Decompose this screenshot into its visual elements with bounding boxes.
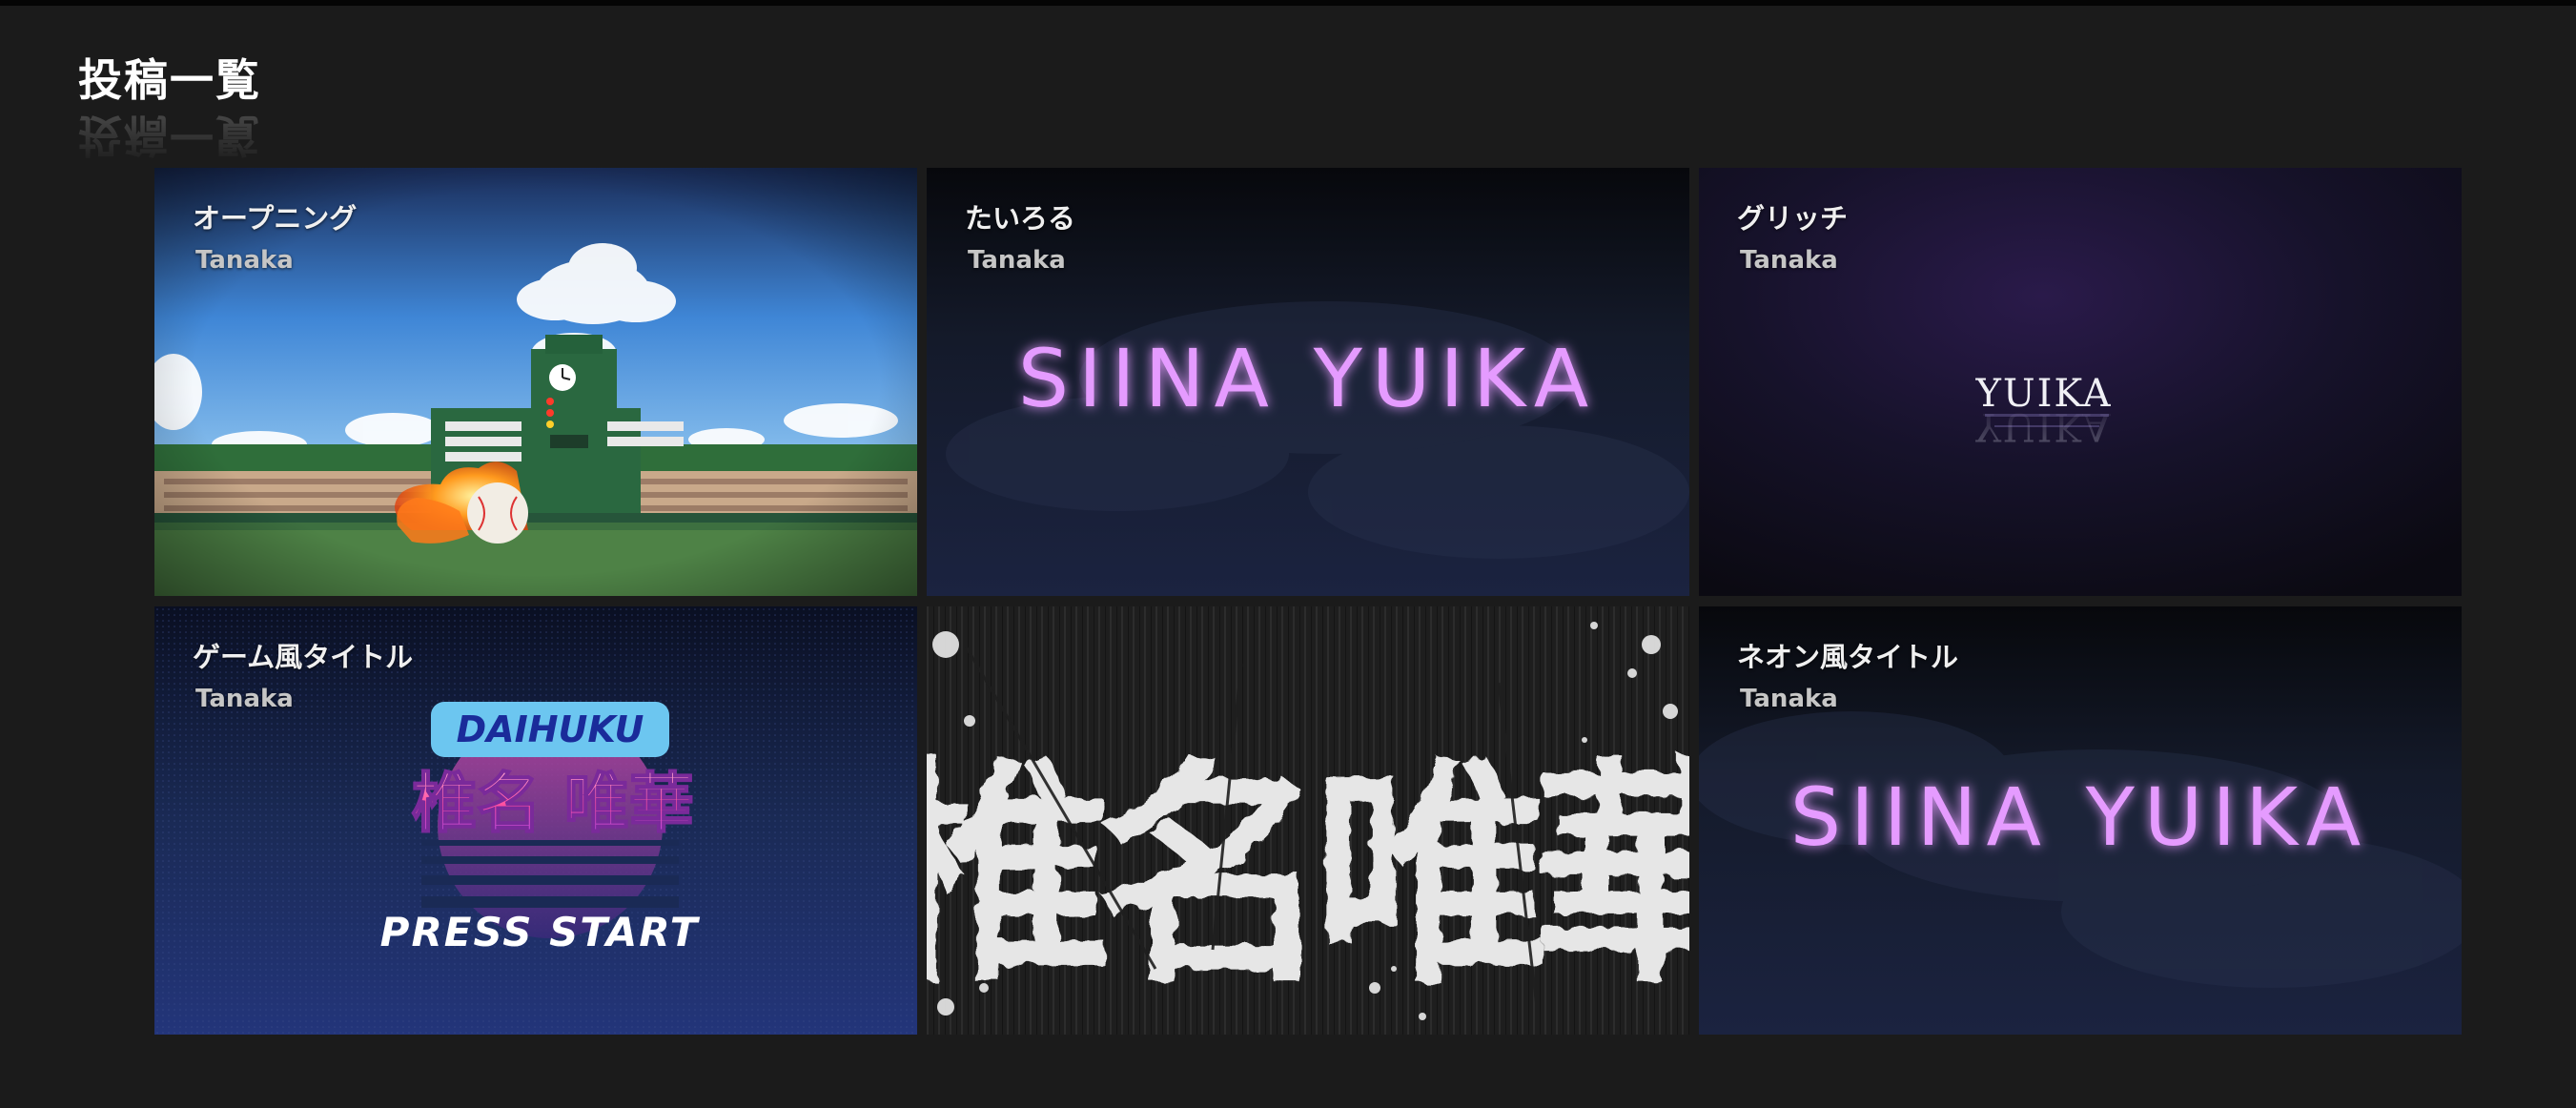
post-title: ゲーム風タイトル: [193, 641, 414, 673]
post-card-glitch[interactable]: YUIKA YUIKA グリッチ Tanaka: [1699, 168, 2462, 596]
thumb-kanji-text: 椎名唯華: [927, 738, 1689, 1016]
post-title: グリッチ: [1737, 202, 1849, 235]
post-author: Tanaka: [195, 246, 294, 275]
post-author: Tanaka: [1740, 685, 1838, 713]
thumb-logo-text: DAIHUKU: [457, 708, 644, 750]
post-card-opening[interactable]: オープニング Tanaka: [154, 168, 917, 596]
post-author: Tanaka: [195, 685, 294, 713]
post-title: ネオン風タイトル: [1737, 641, 1959, 673]
post-card-tairoru[interactable]: SIINA YUIKA たいろる Tanaka: [927, 168, 1689, 596]
post-author: Tanaka: [968, 246, 1066, 275]
thumb-neon-text: SIINA YUIKA: [1790, 770, 2371, 864]
page-title: 投稿一覧: [78, 54, 261, 106]
post-grid: オープニング Tanaka SIINA YUIKA たいろる Tanaka YU…: [154, 168, 2462, 1036]
top-border: [0, 0, 2576, 6]
thumb-neon-text: SIINA YUIKA: [1018, 332, 1599, 425]
post-card-neon-title[interactable]: SIINA YUIKA ネオン風タイトル Tanaka: [1699, 606, 2462, 1035]
post-title: オープニング: [193, 202, 358, 235]
page-title-reflection: 投稿一覧: [78, 110, 261, 161]
post-title: たいろる: [965, 202, 1076, 235]
grunge-kanji-thumbnail: 椎名唯華: [927, 606, 1689, 1035]
post-card-grunge-kanji[interactable]: 椎名唯華: [927, 606, 1689, 1035]
thumb-press-start-text: PRESS START: [380, 909, 701, 955]
post-card-game-title[interactable]: DAIHUKU 椎名 唯華 PRESS START ゲーム風タイトル Tanak…: [154, 606, 917, 1035]
thumb-name-text: 椎名 唯華: [412, 767, 694, 842]
post-author: Tanaka: [1740, 246, 1838, 275]
